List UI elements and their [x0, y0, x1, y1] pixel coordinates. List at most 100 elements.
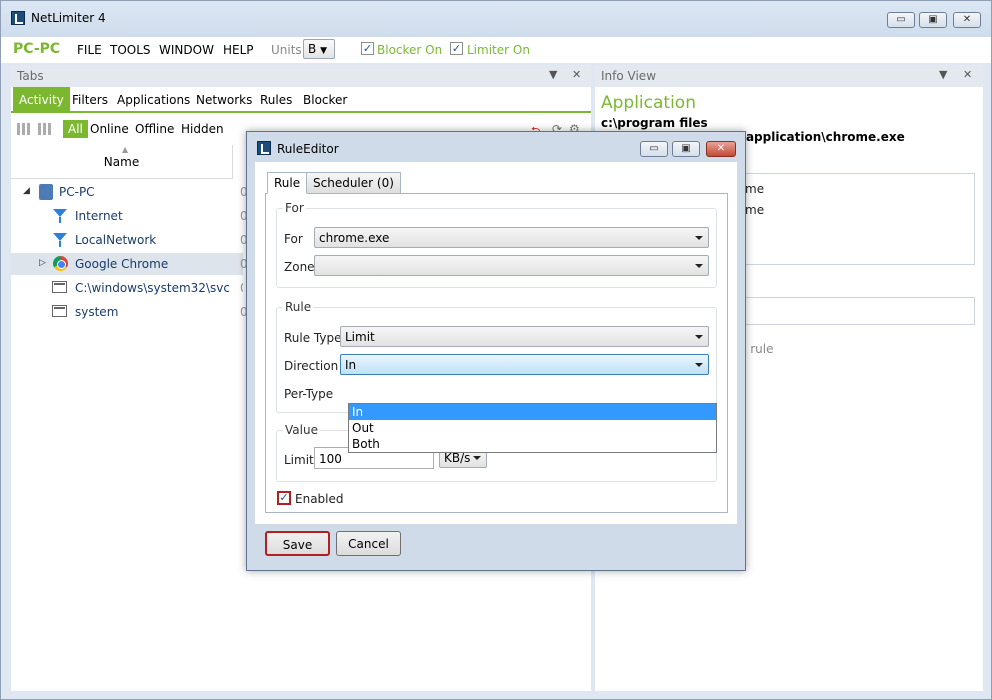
rule-group-title: Rule	[283, 300, 314, 314]
pane-close-icon[interactable]: ✕	[963, 68, 972, 81]
menu-tools[interactable]: TOOLS	[110, 43, 151, 57]
dialog-body: Rule Scheduler (0) For For chrome.exe Zo…	[255, 162, 737, 524]
rule-editor-dialog: RuleEditor ▭ ▣ ✕ Rule Scheduler (0) For …	[246, 131, 746, 571]
save-button[interactable]: Save	[265, 531, 330, 556]
tree-item-google-chrome[interactable]: ▷ Google Chrome 0	[11, 253, 248, 275]
list-view-icon[interactable]	[38, 123, 52, 135]
limiter-checkbox[interactable]: ✓	[450, 42, 463, 55]
unit-value: KB/s	[444, 451, 471, 465]
chevron-down-icon: ▼	[320, 46, 327, 56]
for-select[interactable]: chrome.exe	[314, 227, 709, 248]
tab-applications[interactable]: Applications	[111, 87, 196, 113]
chevron-down-icon	[695, 335, 703, 339]
direction-option-in[interactable]: In	[349, 404, 716, 420]
filter-online[interactable]: Online	[90, 122, 129, 136]
tree-item-system[interactable]: system 0	[11, 301, 248, 323]
enabled-checkbox[interactable]: ✓	[277, 491, 291, 505]
column-header-name[interactable]: ▲ Name	[11, 145, 233, 179]
menu-window[interactable]: WINDOW	[159, 43, 214, 57]
maximize-button[interactable]: ▣	[919, 12, 947, 28]
tree-item-internet[interactable]: Internet 0	[11, 205, 248, 227]
tab-networks[interactable]: Networks	[190, 87, 258, 113]
filter-offline[interactable]: Offline	[135, 122, 174, 136]
rule-type-value: Limit	[345, 330, 375, 344]
tree-item-svchost[interactable]: C:\windows\system32\svchos 0	[11, 277, 243, 299]
zone-select[interactable]	[314, 255, 709, 276]
direction-label: Direction	[284, 359, 339, 373]
chevron-down-icon	[695, 264, 703, 268]
host-name: PC-PC	[13, 41, 61, 57]
chrome-icon	[53, 256, 68, 271]
tabs-pane-header: Tabs ▼ ✕	[11, 65, 591, 87]
rule-type-select[interactable]: Limit	[340, 326, 709, 347]
chevron-down-icon	[695, 363, 703, 367]
tree-label: PC-PC	[59, 185, 95, 199]
info-app-heading: Application	[601, 93, 696, 113]
cancel-button[interactable]: Cancel	[336, 531, 401, 556]
collapse-arrow-icon[interactable]: ◢	[23, 186, 30, 196]
tab-activity[interactable]: Activity	[13, 87, 70, 113]
direction-select[interactable]: In	[340, 354, 709, 375]
tab-filters[interactable]: Filters	[66, 87, 114, 113]
units-label: Units	[271, 43, 302, 57]
sort-asc-icon: ▲	[122, 145, 129, 154]
info-details-box	[735, 173, 975, 265]
info-fragment-2: me	[745, 203, 765, 217]
filter-all[interactable]: All	[63, 120, 88, 138]
direction-dropdown-list: In Out Both	[348, 403, 717, 453]
pane-menu-icon[interactable]: ▼	[549, 68, 557, 81]
dialog-title: RuleEditor	[277, 142, 339, 156]
for-label: For	[284, 232, 303, 246]
for-value: chrome.exe	[319, 231, 390, 245]
minimize-button[interactable]: ▭	[887, 12, 915, 28]
info-input-box	[735, 297, 975, 325]
tree-label: system	[75, 305, 119, 319]
expand-arrow-icon[interactable]: ▷	[39, 258, 46, 268]
dialog-close-button[interactable]: ✕	[706, 141, 736, 157]
chevron-down-icon	[473, 456, 481, 460]
filter-funnel-icon	[53, 233, 67, 247]
units-value: B	[308, 42, 317, 56]
close-button[interactable]: ✕	[953, 12, 981, 28]
tree-value: 0	[240, 281, 243, 295]
computer-icon	[39, 184, 53, 200]
tab-rule[interactable]: Rule	[267, 172, 308, 194]
tree-label: Internet	[75, 209, 123, 223]
rule-tab-panel: For For chrome.exe Zone Rule Rule Type L…	[265, 193, 728, 513]
tree-label: LocalNetwork	[75, 233, 157, 247]
window-title: NetLimiter 4	[31, 11, 106, 25]
menu-bar: PC-PC FILE TOOLS WINDOW HELP Units B ▼ ✓…	[1, 37, 991, 63]
info-fragment-1: me	[745, 182, 765, 196]
blocker-label: Blocker On	[377, 43, 443, 57]
dialog-minimize-button[interactable]: ▭	[640, 141, 668, 157]
for-group-title: For	[283, 201, 306, 215]
title-bar: NetLimiter 4 ▭ ▣ ✕	[1, 1, 991, 37]
pane-close-icon[interactable]: ✕	[572, 68, 581, 81]
direction-option-out[interactable]: Out	[349, 420, 716, 436]
menu-help[interactable]: HELP	[223, 43, 254, 57]
blocker-checkbox[interactable]: ✓	[361, 42, 374, 55]
tab-blocker[interactable]: Blocker	[297, 87, 353, 113]
application-window-icon	[52, 305, 67, 317]
tab-rules[interactable]: Rules	[254, 87, 298, 113]
filter-funnel-icon	[53, 209, 67, 223]
info-view-header: Info View ▼ ✕	[595, 65, 983, 87]
units-select[interactable]: B ▼	[303, 39, 335, 59]
pane-menu-icon[interactable]: ▼	[939, 68, 947, 81]
menu-file[interactable]: FILE	[77, 43, 102, 57]
rule-type-label: Rule Type	[284, 331, 342, 345]
tree-item-pc[interactable]: ◢ PC-PC 0	[11, 181, 248, 203]
main-tabs: Activity Filters Applications Networks R…	[11, 87, 591, 113]
value-group-title: Value	[283, 423, 320, 437]
direction-option-both[interactable]: Both	[349, 436, 716, 452]
tab-scheduler[interactable]: Scheduler (0)	[306, 172, 401, 194]
for-group: For	[276, 201, 717, 288]
tree-label: C:\windows\system32\svchos	[75, 281, 229, 295]
filter-hidden[interactable]: Hidden	[181, 122, 224, 136]
chevron-down-icon	[695, 236, 703, 240]
netlimiter-logo-icon	[257, 141, 271, 155]
dialog-maximize-button[interactable]: ▣	[672, 141, 700, 157]
tree-item-localnetwork[interactable]: LocalNetwork 0	[11, 229, 248, 251]
zone-label: Zone	[284, 260, 315, 274]
grid-view-icon[interactable]	[17, 123, 31, 135]
